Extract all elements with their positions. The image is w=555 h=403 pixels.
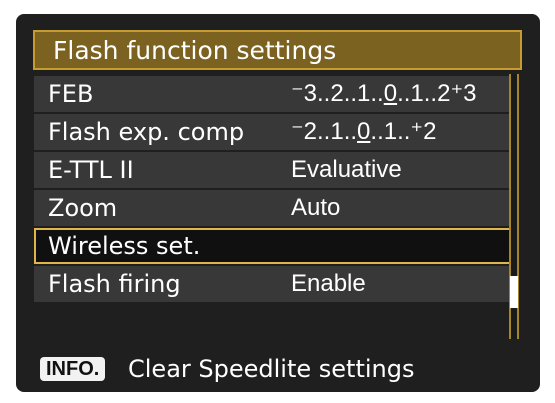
page-title: Flash function settings: [53, 36, 337, 65]
menu-item-label: Zoom: [48, 194, 118, 222]
menu-item-label: FEB: [48, 80, 94, 108]
footer-hint: INFO. Clear Speedlite settings: [16, 346, 540, 392]
menu-item-label: Flash firing: [48, 270, 181, 298]
menu-item-zoom[interactable]: Zoom Auto: [34, 190, 518, 226]
info-button-icon[interactable]: INFO.: [40, 357, 106, 381]
menu-item-e-ttl-ii[interactable]: E-TTL II Evaluative: [34, 152, 518, 188]
menu-item-label: Flash exp. comp: [48, 118, 245, 146]
menu-item-value: Enable: [291, 270, 366, 297]
camera-menu-screen: Flash function settings FEB ⁻3..2..1..0.…: [16, 14, 540, 392]
scrollbar-thumb[interactable]: [510, 276, 518, 308]
menu-item-feb[interactable]: FEB ⁻3..2..1..0..1..2⁺3: [34, 76, 518, 112]
menu-item-wireless-set[interactable]: Wireless set.: [34, 228, 518, 264]
menu-item-value: Auto: [291, 194, 341, 221]
menu-item-label: Wireless set.: [48, 232, 201, 260]
exposure-comp-scale-value: ⁻2..1..0..1..⁺2: [291, 118, 437, 145]
clear-speedlite-settings-label: Clear Speedlite settings: [128, 355, 415, 383]
menu-item-flash-exp-comp[interactable]: Flash exp. comp ⁻2..1..0..1..⁺2: [34, 114, 518, 150]
menu-title-bar: Flash function settings: [33, 30, 522, 70]
feb-scale-value: ⁻3..2..1..0..1..2⁺3: [291, 80, 477, 107]
menu-item-label: E-TTL II: [48, 156, 134, 184]
menu-item-value: Evaluative: [291, 156, 402, 183]
menu-item-flash-firing[interactable]: Flash firing Enable: [34, 266, 518, 302]
